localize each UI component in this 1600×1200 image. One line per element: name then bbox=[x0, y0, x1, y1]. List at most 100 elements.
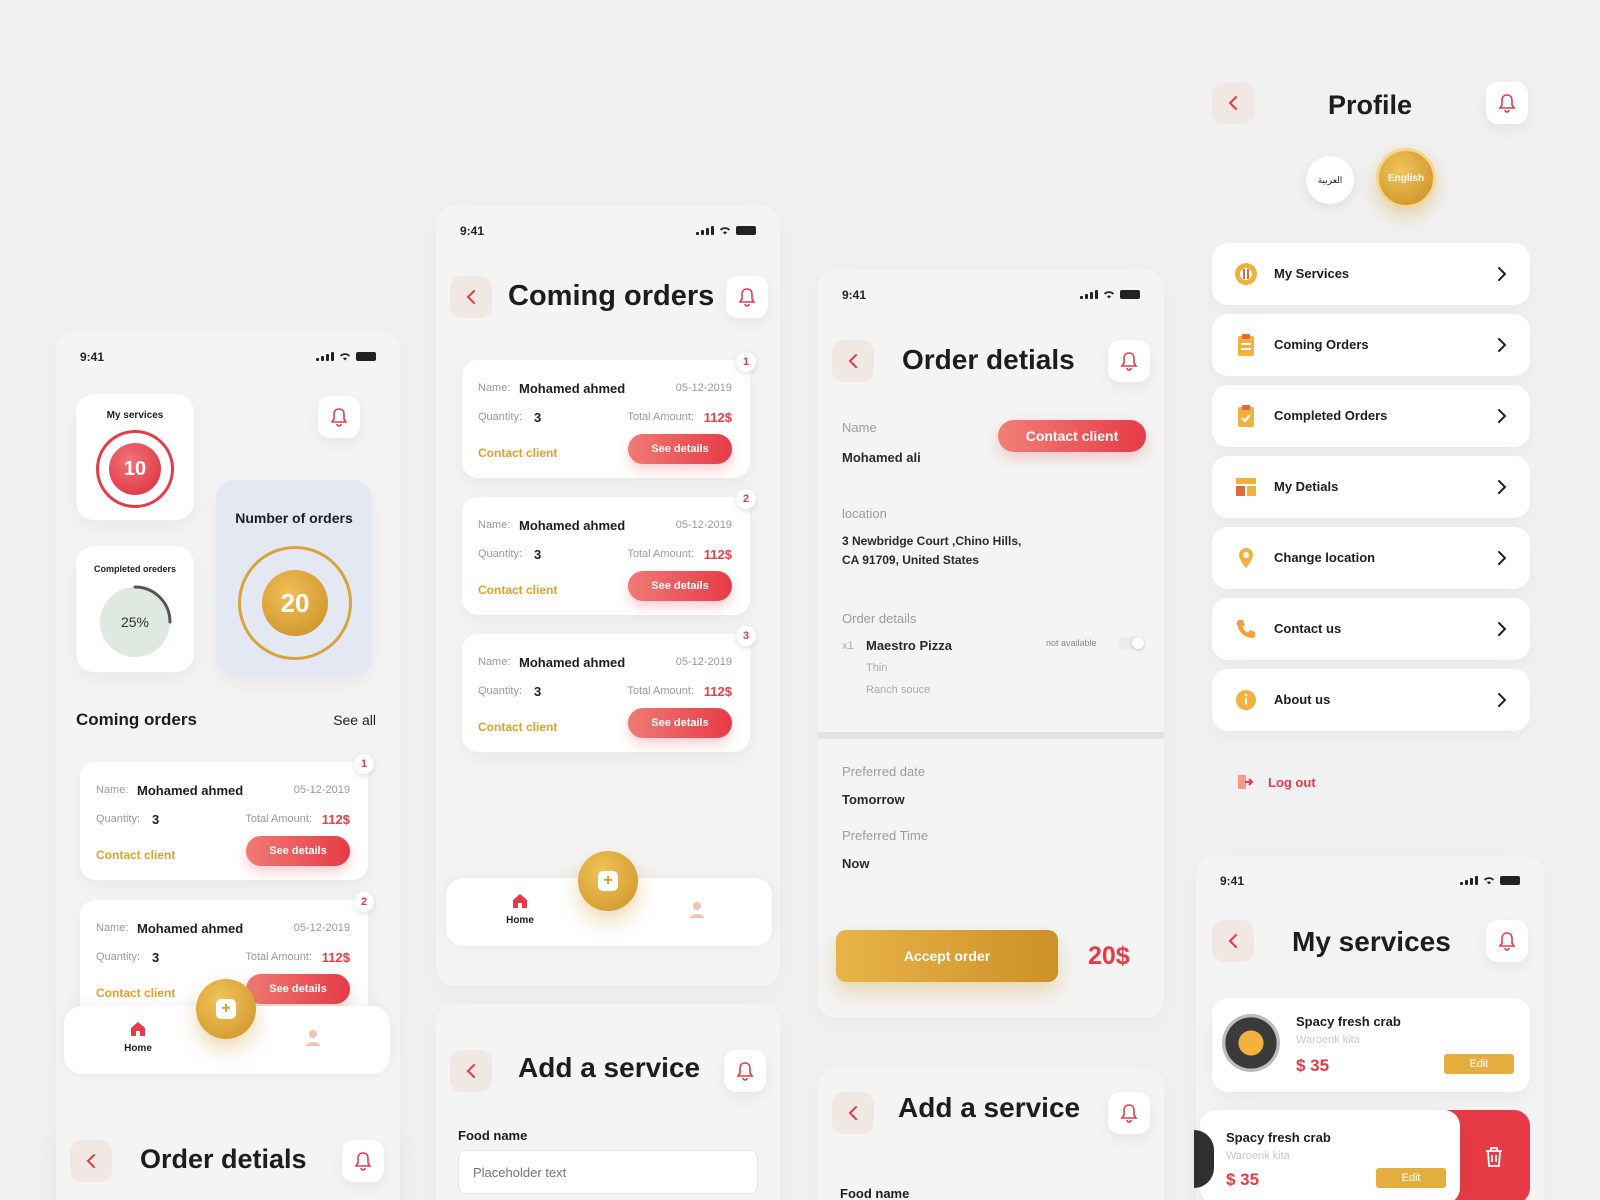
see-details-button[interactable]: See details bbox=[628, 571, 732, 601]
contact-client-link[interactable]: Contact client bbox=[96, 986, 175, 1000]
food-name-label: Food name bbox=[458, 1128, 528, 1143]
contact-client-button[interactable]: Contact client bbox=[998, 420, 1146, 452]
nav-profile[interactable] bbox=[688, 900, 706, 925]
food-image bbox=[1194, 1130, 1214, 1188]
see-details-button[interactable]: See details bbox=[246, 974, 350, 1004]
chevron-left-icon bbox=[466, 290, 475, 304]
menu-item-contact-us[interactable]: Contact us bbox=[1212, 598, 1530, 660]
client-name: Mohamed ali bbox=[842, 450, 921, 465]
logout-button[interactable]: Log out bbox=[1236, 771, 1316, 793]
menu-item-coming-orders[interactable]: Coming Orders bbox=[1212, 314, 1530, 376]
clipboard-check-icon bbox=[1238, 405, 1254, 427]
see-details-button[interactable]: See details bbox=[628, 434, 732, 464]
contact-client-link[interactable]: Contact client bbox=[96, 848, 175, 862]
preferred-time-label: Preferred Time bbox=[842, 828, 928, 843]
order-date: 05-12-2019 bbox=[293, 784, 350, 796]
chevron-right-icon bbox=[1498, 480, 1507, 494]
chevron-right-icon bbox=[1498, 551, 1507, 565]
add-fab-button[interactable]: + bbox=[196, 979, 256, 1039]
chevron-left-icon bbox=[86, 1154, 95, 1168]
order-date: 05-12-2019 bbox=[293, 922, 350, 934]
add-fab-button[interactable]: + bbox=[578, 851, 638, 911]
service-subtitle: Waroenk kita bbox=[1296, 1034, 1360, 1046]
menu-item-my-details[interactable]: My Detials bbox=[1212, 456, 1530, 518]
nav-home[interactable]: Home bbox=[116, 1020, 160, 1054]
order-number-badge: 3 bbox=[736, 626, 756, 646]
back-button[interactable] bbox=[1212, 82, 1254, 124]
notification-button[interactable] bbox=[1486, 82, 1528, 124]
add-service-screen: Add a service Food name bbox=[436, 1004, 780, 1200]
menu-item-label: Change location bbox=[1274, 550, 1376, 565]
back-button[interactable] bbox=[832, 1092, 874, 1134]
language-english-button[interactable]: English bbox=[1376, 148, 1436, 208]
logout-icon bbox=[1238, 775, 1254, 789]
menu-item-change-location[interactable]: Change location bbox=[1212, 527, 1530, 589]
coming-orders-heading: Coming orders bbox=[76, 710, 197, 729]
back-button[interactable] bbox=[832, 340, 874, 382]
notification-button[interactable] bbox=[1108, 340, 1150, 382]
status-bar: 9:41 bbox=[80, 350, 376, 366]
back-button[interactable] bbox=[450, 276, 492, 318]
order-date: 05-12-2019 bbox=[675, 382, 732, 394]
service-price: $ 35 bbox=[1226, 1170, 1260, 1189]
menu-item-label: Completed Orders bbox=[1274, 408, 1388, 423]
back-button[interactable] bbox=[70, 1140, 112, 1182]
availability-toggle[interactable] bbox=[1118, 637, 1144, 649]
nav-home[interactable]: Home bbox=[498, 892, 542, 926]
battery-icon bbox=[1120, 290, 1140, 299]
bell-icon bbox=[354, 1152, 372, 1171]
service-card[interactable]: Spacy fresh crab Waroenk kita $ 35 Edit bbox=[1212, 998, 1530, 1092]
status-bar: 9:41 bbox=[1220, 874, 1520, 890]
notification-button[interactable] bbox=[342, 1140, 384, 1182]
contact-client-link[interactable]: Contact client bbox=[478, 583, 557, 597]
language-arabic-button[interactable]: العربية bbox=[1306, 156, 1354, 204]
completed-orders-card[interactable]: Completed oreders 25% bbox=[76, 546, 194, 672]
contact-client-link[interactable]: Contact client bbox=[478, 446, 557, 460]
my-services-card[interactable]: My services 10 bbox=[76, 394, 194, 520]
notification-button[interactable] bbox=[318, 396, 360, 438]
wifi-icon bbox=[1104, 291, 1114, 299]
notification-button[interactable] bbox=[1486, 920, 1528, 962]
battery-icon bbox=[356, 352, 376, 361]
customer-name: Mohamed ahmed bbox=[137, 783, 244, 798]
page-title: My services bbox=[1292, 926, 1451, 957]
food-name-input[interactable] bbox=[458, 1150, 758, 1194]
preferred-date: Tomorrow bbox=[842, 792, 905, 807]
order-details-screen-partial: Order detials bbox=[56, 1128, 400, 1200]
order-total: 112$ bbox=[703, 410, 732, 425]
service-card[interactable]: Spacy fresh crab Waroenk kita $ 35 Edit bbox=[1194, 1110, 1460, 1200]
logout-label: Log out bbox=[1268, 774, 1316, 790]
edit-button[interactable]: Edit bbox=[1376, 1168, 1446, 1188]
number-of-orders-card[interactable]: Number of orders 20 bbox=[216, 480, 372, 676]
nav-profile[interactable] bbox=[304, 1028, 322, 1053]
contact-client-link[interactable]: Contact client bbox=[478, 720, 557, 734]
bell-icon bbox=[1498, 94, 1516, 113]
order-number-badge: 2 bbox=[736, 489, 756, 509]
order-details-screen: 9:41 Order detials Name Mohamed ali Cont… bbox=[818, 270, 1164, 1018]
item-quantity: x1 bbox=[842, 640, 854, 652]
edit-button[interactable]: Edit bbox=[1444, 1054, 1514, 1074]
see-all-link[interactable]: See all bbox=[333, 712, 376, 728]
clipboard-icon bbox=[1238, 334, 1254, 356]
notification-button[interactable] bbox=[1108, 1092, 1150, 1134]
back-button[interactable] bbox=[1212, 920, 1254, 962]
plus-icon: + bbox=[216, 999, 236, 1019]
menu-item-my-services[interactable]: My Services bbox=[1212, 243, 1530, 305]
see-details-button[interactable]: See details bbox=[628, 708, 732, 738]
phone-icon bbox=[1237, 620, 1255, 638]
order-card: 1 Name: Mohamed ahmed 05-12-2019 Quantit… bbox=[462, 352, 756, 478]
page-title: Order detials bbox=[902, 344, 1075, 375]
notification-button[interactable] bbox=[726, 276, 768, 318]
add-service-screen: Add a service Food name bbox=[818, 1068, 1164, 1200]
service-name: Spacy fresh crab bbox=[1296, 1014, 1401, 1029]
back-button[interactable] bbox=[450, 1050, 492, 1092]
menu-item-about-us[interactable]: About us bbox=[1212, 669, 1530, 731]
accept-order-button[interactable]: Accept order bbox=[836, 930, 1058, 982]
notification-button[interactable] bbox=[724, 1050, 766, 1092]
see-details-button[interactable]: See details bbox=[246, 836, 350, 866]
chevron-left-icon bbox=[1228, 96, 1237, 110]
nav-home-label: Home bbox=[506, 915, 534, 926]
chevron-right-icon bbox=[1498, 409, 1507, 423]
order-quantity: 3 bbox=[534, 684, 542, 699]
menu-item-completed-orders[interactable]: Completed Orders bbox=[1212, 385, 1530, 447]
